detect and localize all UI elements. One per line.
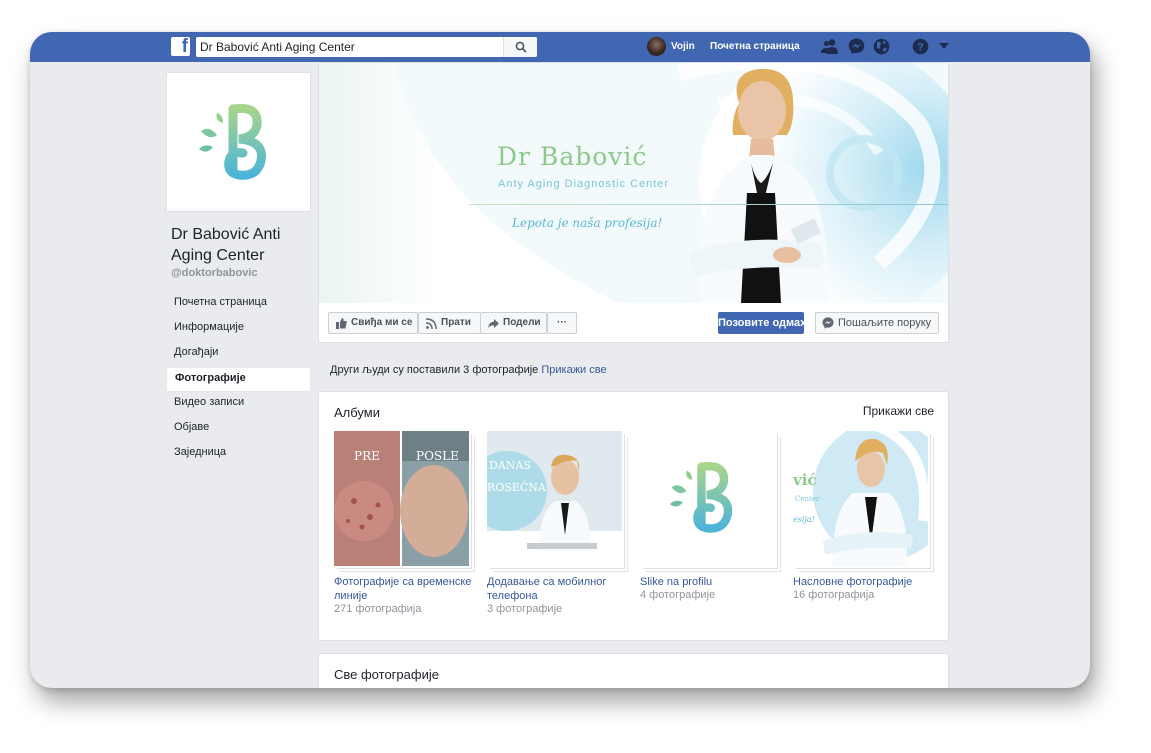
page-handle[interactable]: @doktorbabovic [171, 267, 258, 279]
follow-label: Прати [441, 317, 471, 328]
album-name[interactable]: Фотографије са временске линије [334, 575, 474, 603]
album-count: 4 фотографије [640, 589, 716, 601]
search-icon [515, 41, 527, 53]
like-label: Свиђа ми се [351, 317, 413, 328]
doctor-portrait [689, 68, 829, 303]
thumb-caption-center: Center [795, 495, 820, 503]
album-count: 3 фотографије [487, 603, 563, 615]
top-navigation-bar: f Vojin Почетна страница [30, 32, 1090, 62]
rss-icon [426, 318, 437, 329]
others-photos-text: Други људи су поставили 3 фотографије [330, 364, 539, 376]
sidebar-item-videos[interactable]: Видео записи [166, 392, 311, 417]
messenger-icon[interactable] [848, 38, 865, 55]
sidebar-item-events[interactable]: Догађаји [166, 342, 311, 367]
cover-photo[interactable]: Dr Babović Anty Aging Diagnostic Center … [319, 63, 948, 303]
album-count: 16 фотографија [793, 589, 875, 601]
cover-divider [469, 204, 948, 205]
search-button[interactable] [503, 37, 537, 57]
sidebar-item-about[interactable]: Информације [166, 317, 311, 342]
like-button[interactable]: Свиђа ми се [328, 312, 418, 334]
all-photos-title: Све фотографије [334, 667, 439, 682]
thumb-caption-average: ROSEČNA [487, 481, 546, 494]
cover-card: Dr Babović Anty Aging Diagnostic Center … [318, 62, 949, 343]
all-photos-section: Све фотографије [318, 653, 949, 688]
globe-icon[interactable] [873, 38, 890, 55]
share-label: Подели [503, 317, 541, 328]
send-message-label: Пошаљите поруку [838, 317, 932, 329]
clinic-logo-icon [669, 462, 733, 533]
profile-picture[interactable] [166, 72, 311, 212]
sidebar-item-posts[interactable]: Објаве [166, 417, 311, 442]
messenger-icon [822, 317, 834, 329]
albums-see-all-link[interactable]: Прикажи све [863, 404, 934, 418]
thumb-caption-slogan: esija! [793, 515, 815, 524]
album-thumbnail[interactable]: vić Center esija! [793, 431, 928, 566]
cover-slogan: Lepota je naša profesija! [512, 216, 663, 230]
album-name[interactable]: Додавање са мобилног телефона [487, 575, 627, 603]
thumb-caption-today: DANAS [489, 459, 531, 472]
svg-text:?: ? [917, 42, 924, 54]
cover-subtitle: Anty Aging Diagnostic Center [498, 178, 670, 190]
search-input[interactable] [196, 37, 504, 57]
album-name[interactable]: Насловне фотографије [793, 575, 933, 589]
facebook-icon[interactable]: f [171, 36, 190, 57]
home-link[interactable]: Почетна страница [710, 41, 800, 52]
album-count: 271 фотографија [334, 603, 422, 615]
album-name[interactable]: Slike na profilu [640, 575, 780, 589]
search-bar[interactable] [196, 37, 537, 57]
albums-section: Албуми Прикажи све PRE POSLE Фотографије… [318, 391, 949, 641]
albums-title: Албуми [334, 405, 380, 420]
friends-icon[interactable] [821, 38, 839, 54]
send-message-button[interactable]: Пошаљите поруку [815, 312, 939, 334]
thumb-caption-after: POSLE [416, 449, 459, 463]
share-arrow-icon [488, 319, 499, 328]
sidebar-item-photos[interactable]: Фотографије [166, 367, 311, 392]
more-options-icon: ··· [557, 317, 567, 328]
clinic-logo-icon [199, 103, 267, 180]
more-options-button[interactable]: ··· [547, 312, 577, 334]
page-title: Dr Babović Anti Aging Center [171, 226, 281, 264]
others-photos-see-all-link[interactable]: Прикажи све [541, 364, 606, 376]
page-actions-bar: Свиђа ми се Прати Подели ··· Позовите од… [319, 303, 948, 343]
album-thumbnail[interactable]: DANAS ROSEČNA [487, 431, 622, 566]
page-navigation: Почетна страница Информације Догађаји Фо… [166, 292, 311, 467]
others-photos-notice: Други људи су поставили 3 фотографије Пр… [330, 364, 607, 376]
avatar [647, 37, 666, 56]
share-button[interactable]: Подели [480, 312, 547, 334]
album-thumbnail[interactable] [640, 431, 775, 566]
call-now-button[interactable]: Позовите одмах [718, 312, 806, 334]
thumbs-up-icon [336, 318, 347, 329]
cover-title: Dr Babović [497, 142, 648, 171]
help-icon[interactable]: ? [912, 38, 929, 55]
thumb-caption-title: vić [793, 471, 817, 489]
dropdown-icon[interactable] [939, 43, 949, 50]
sidebar-item-home[interactable]: Почетна страница [166, 292, 311, 317]
doctor-office-photo [487, 431, 622, 566]
album-thumbnail[interactable]: PRE POSLE [334, 431, 469, 566]
follow-button[interactable]: Прати [418, 312, 481, 334]
user-name: Vojin [671, 41, 695, 52]
browser-window: f Vojin Почетна страница [30, 32, 1090, 688]
thumb-caption-before: PRE [354, 449, 380, 463]
sidebar-item-community[interactable]: Заједница [166, 442, 311, 467]
